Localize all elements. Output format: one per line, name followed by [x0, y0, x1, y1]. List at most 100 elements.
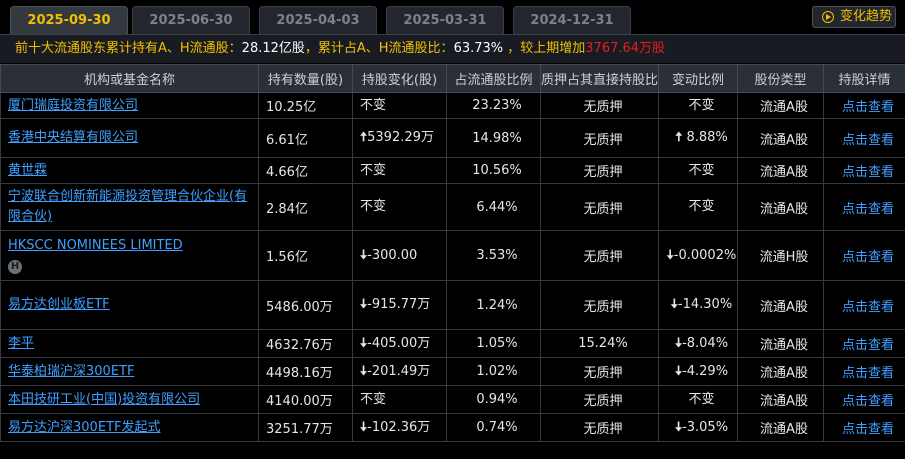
- holding-qty: 5486.00万: [258, 280, 353, 330]
- holding-change-cell: 🠇-201.49万: [352, 357, 447, 386]
- view-detail-link[interactable]: 点击查看: [842, 133, 894, 148]
- detail-cell: 点击查看: [823, 280, 905, 330]
- change-pct: -3.05%: [682, 419, 729, 435]
- holding-change: 5392.29万: [367, 130, 434, 145]
- play-circle-icon: [822, 11, 834, 23]
- holder-name-link[interactable]: 香港中央结算有限公司: [8, 130, 138, 145]
- float-ratio: 0.74%: [446, 413, 541, 442]
- detail-cell: 点击查看: [823, 230, 905, 281]
- pledge-ratio: 15.24%: [540, 329, 659, 358]
- detail-cell: 点击查看: [823, 357, 905, 386]
- pledge-ratio: 无质押: [540, 230, 659, 281]
- tab-period-4[interactable]: 2025-03-31: [386, 6, 504, 34]
- period-tab-bar: 2025-09-30 2025-06-30 2025-04-03 2025-03…: [0, 0, 905, 34]
- change-pct-cell: 🠇-3.05%: [658, 413, 738, 442]
- share-type: 流通A股: [737, 118, 824, 158]
- holding-change-cell: 🠅5392.29万: [352, 118, 447, 158]
- change-pct: 不变: [688, 199, 715, 214]
- table-row: 易方达创业板ETF 5486.00万 🠇-915.77万 1.24% 无质押 🠇-14.3…: [0, 280, 905, 330]
- arrow-down-icon: 🠇: [670, 297, 678, 312]
- float-ratio: 0.94%: [446, 385, 541, 414]
- holder-name-link[interactable]: 华泰柏瑞沪深300ETF: [8, 364, 134, 379]
- change-pct: 不变: [688, 162, 715, 178]
- holder-name-link[interactable]: 易方达创业板ETF: [8, 297, 110, 312]
- float-ratio: 10.56%: [446, 157, 541, 184]
- summary-suffix: ，较上期增加: [503, 41, 586, 56]
- trend-button[interactable]: 变化趋势: [812, 6, 896, 28]
- col-header-qty: 持有数量(股): [258, 64, 353, 93]
- change-pct: -0.0002%: [673, 247, 737, 263]
- tab-period-3[interactable]: 2025-04-03: [259, 6, 377, 34]
- holder-name-link[interactable]: 宁波联合创新新能源投资管理合伙企业(有限合伙): [8, 189, 247, 224]
- holding-qty: 3251.77万: [258, 413, 353, 442]
- change-pct-cell: 🠇-0.0002%: [658, 230, 738, 281]
- share-type: 流通A股: [737, 280, 824, 330]
- holding-change: 不变: [360, 199, 387, 214]
- holder-name-cell: 本田技研工业(中国)投资有限公司: [0, 385, 259, 414]
- holder-name-link[interactable]: HKSCC NOMINEES LIMITED: [8, 238, 183, 253]
- holding-qty: 6.61亿: [258, 118, 353, 158]
- holder-name-link[interactable]: 黄世霖: [8, 163, 47, 178]
- float-ratio: 1.05%: [446, 329, 541, 358]
- holding-qty: 1.56亿: [258, 230, 353, 281]
- tab-period-5[interactable]: 2024-12-31: [513, 6, 631, 34]
- change-pct-cell: 🠅 8.88%: [658, 118, 738, 158]
- change-pct-cell: 不变: [658, 183, 738, 231]
- holder-name-link[interactable]: 易方达沪深300ETF发起式: [8, 420, 160, 435]
- view-detail-link[interactable]: 点击查看: [842, 338, 894, 353]
- holding-qty: 4140.00万: [258, 385, 353, 414]
- holding-change: -201.49万: [367, 363, 431, 379]
- view-detail-link[interactable]: 点击查看: [842, 394, 894, 409]
- view-detail-link[interactable]: 点击查看: [842, 366, 894, 381]
- detail-cell: 点击查看: [823, 183, 905, 231]
- pledge-ratio: 无质押: [540, 118, 659, 158]
- holding-qty: 10.25亿: [258, 92, 353, 119]
- col-header-change: 持股变化(股): [352, 64, 447, 93]
- holder-name-cell: 华泰柏瑞沪深300ETF: [0, 357, 259, 386]
- pledge-ratio: 无质押: [540, 413, 659, 442]
- view-detail-link[interactable]: 点击查看: [842, 202, 894, 217]
- arrow-down-icon: 🠇: [674, 335, 683, 351]
- holder-name-link[interactable]: 厦门瑞庭投资有限公司: [8, 98, 138, 113]
- col-header-detail: 持股详情: [823, 64, 905, 93]
- summary-total: 28.12亿股: [241, 41, 305, 56]
- table-row: 香港中央结算有限公司 6.61亿 🠅5392.29万 14.98% 无质押 🠅 8.88%…: [0, 118, 905, 158]
- holding-change: 不变: [360, 391, 387, 407]
- holding-change-cell: 🠇-405.00万: [352, 329, 447, 358]
- tab-period-2[interactable]: 2025-06-30: [132, 6, 250, 34]
- col-header-share-type: 股份类型: [737, 64, 824, 93]
- arrow-down-icon: 🠇: [666, 247, 674, 263]
- holder-name-link[interactable]: 本田技研工业(中国)投资有限公司: [8, 392, 200, 407]
- view-detail-link[interactable]: 点击查看: [842, 100, 894, 115]
- detail-cell: 点击查看: [823, 413, 905, 442]
- holding-change: 不变: [360, 162, 387, 178]
- holding-change-cell: 🠇-102.36万: [352, 413, 447, 442]
- holding-change: -405.00万: [367, 335, 431, 351]
- view-detail-link[interactable]: 点击查看: [842, 250, 894, 265]
- view-detail-link[interactable]: 点击查看: [842, 165, 894, 180]
- holding-qty: 4.66亿: [258, 157, 353, 184]
- change-pct-cell: 🠇-8.04%: [658, 329, 738, 358]
- holder-name-cell: 厦门瑞庭投资有限公司: [0, 92, 259, 119]
- holder-name-link[interactable]: 李平: [8, 336, 34, 351]
- change-pct-cell: 不变: [658, 385, 738, 414]
- float-ratio: 3.53%: [446, 230, 541, 281]
- holding-summary: 前十大流通股东累计持有A、H流通股：28.12亿股，累计占A、H流通股比：63.…: [0, 34, 905, 63]
- view-detail-link[interactable]: 点击查看: [842, 422, 894, 437]
- holding-change-cell: 不变: [352, 92, 447, 119]
- share-type: 流通A股: [737, 157, 824, 184]
- change-pct: 不变: [688, 391, 715, 407]
- trend-button-label: 变化趋势: [840, 9, 893, 24]
- tab-period-1[interactable]: 2025-09-30: [10, 6, 128, 34]
- shareholder-table: 机构或基金名称 持有数量(股) 持股变化(股) 占流通股比例 质押占其直接持股比…: [0, 64, 905, 442]
- table-row: 厦门瑞庭投资有限公司 10.25亿 不变 23.23% 无质押 不变 流通A股 点击查看: [0, 92, 905, 119]
- table-row: 本田技研工业(中国)投资有限公司 4140.00万 不变 0.94% 无质押 不变 流通A股…: [0, 385, 905, 414]
- change-pct-cell: 不变: [658, 92, 738, 119]
- h-share-badge: H: [8, 259, 22, 274]
- change-pct: -8.04%: [682, 335, 729, 351]
- holder-name-cell: 宁波联合创新新能源投资管理合伙企业(有限合伙): [0, 183, 259, 231]
- view-detail-link[interactable]: 点击查看: [842, 300, 894, 315]
- share-type: 流通A股: [737, 183, 824, 231]
- holding-qty: 4498.16万: [258, 357, 353, 386]
- holder-name-cell: 易方达沪深300ETF发起式: [0, 413, 259, 442]
